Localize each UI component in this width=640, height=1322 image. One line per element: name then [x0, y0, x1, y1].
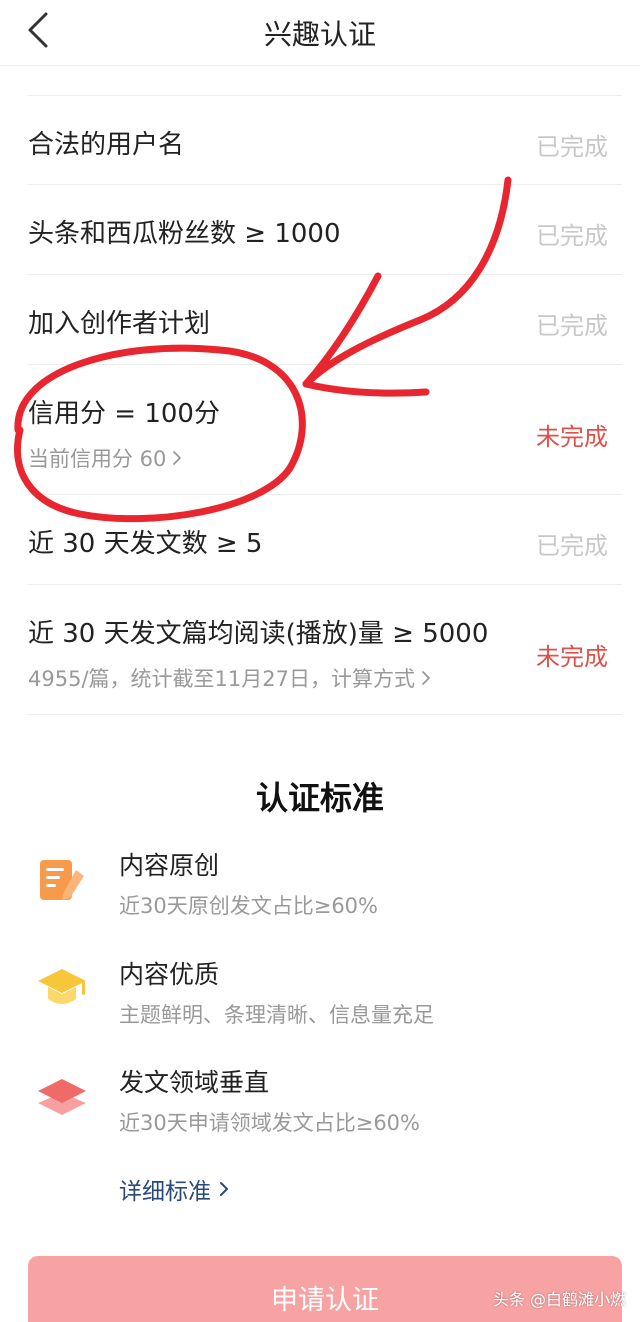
layers-icon: [38, 1079, 86, 1115]
requirement-status: 已完成: [536, 222, 608, 250]
chevron-right-icon: [422, 671, 430, 685]
requirement-title: 加入创作者计划: [28, 309, 211, 339]
standard-name: 内容优质: [119, 960, 220, 989]
back-button[interactable]: [14, 6, 62, 54]
requirement-row-credit-score: 信用分 = 100分 当前信用分 60 未完成: [28, 365, 622, 495]
chevron-left-icon: [28, 12, 48, 48]
requirement-status: 已完成: [536, 312, 608, 340]
standard-desc: 近30天原创发文占比≥60%: [119, 894, 378, 918]
watermark: 头条 @白鹤滩小燃: [492, 1290, 626, 1309]
graduation-cap-icon: [38, 969, 86, 1004]
requirement-status: 已完成: [536, 532, 608, 560]
requirement-subtitle: 4955/篇，统计截至11月27日，计算方式: [28, 667, 415, 691]
detailed-standards-label: 详细标准: [119, 1179, 211, 1205]
header-bar: 兴趣认证: [0, 0, 640, 66]
standard-name: 内容原创: [119, 851, 220, 880]
standard-item-original: 内容原创 近30天原创发文占比≥60%: [36, 846, 596, 926]
requirement-title: 近 30 天发文数 ≥ 5: [28, 529, 263, 559]
requirement-row-post-count: 近 30 天发文数 ≥ 5 已完成: [28, 495, 622, 585]
avg-reads-calculation-link[interactable]: 4955/篇，统计截至11月27日，计算方式: [28, 663, 431, 693]
requirement-status: 已完成: [536, 133, 608, 161]
requirement-subtitle: 当前信用分 60: [28, 447, 167, 471]
requirement-status: 未完成: [536, 643, 608, 671]
standard-item-quality: 内容优质 主题鲜明、条理清晰、信息量充足: [36, 955, 596, 1035]
chevron-right-icon: [173, 451, 182, 465]
requirement-row-followers: 头条和西瓜粉丝数 ≥ 1000 已完成: [28, 185, 622, 275]
standard-name: 发文领域垂直: [119, 1068, 270, 1097]
requirement-title: 合法的用户名: [28, 130, 185, 160]
standard-desc: 近30天申请领域发文占比≥60%: [119, 1111, 420, 1135]
requirement-title: 信用分 = 100分: [28, 399, 220, 429]
requirement-list: 合法的用户名 已完成 头条和西瓜粉丝数 ≥ 1000 已完成 加入创作者计划 已…: [28, 95, 622, 715]
requirement-title: 头条和西瓜粉丝数 ≥ 1000: [28, 219, 341, 249]
standard-desc: 主题鲜明、条理清晰、信息量充足: [119, 1003, 434, 1027]
requirement-status: 未完成: [536, 423, 608, 451]
document-edit-icon: [40, 860, 84, 900]
page-title: 兴趣认证: [263, 18, 376, 51]
requirement-row-creator-plan: 加入创作者计划 已完成: [28, 275, 622, 365]
requirement-row-avg-reads: 近 30 天发文篇均阅读(播放)量 ≥ 5000 4955/篇，统计截至11月2…: [28, 585, 622, 715]
standards-title: 认证标准: [255, 779, 384, 817]
chevron-right-icon: [220, 1182, 228, 1196]
detailed-standards-link[interactable]: 详细标准: [119, 1172, 229, 1206]
requirement-title: 近 30 天发文篇均阅读(播放)量 ≥ 5000: [28, 619, 489, 649]
requirement-row-username: 合法的用户名 已完成: [28, 96, 622, 185]
standard-item-vertical: 发文领域垂直 近30天申请领域发文占比≥60%: [36, 1063, 596, 1143]
credit-score-link[interactable]: 当前信用分 60: [28, 443, 182, 473]
